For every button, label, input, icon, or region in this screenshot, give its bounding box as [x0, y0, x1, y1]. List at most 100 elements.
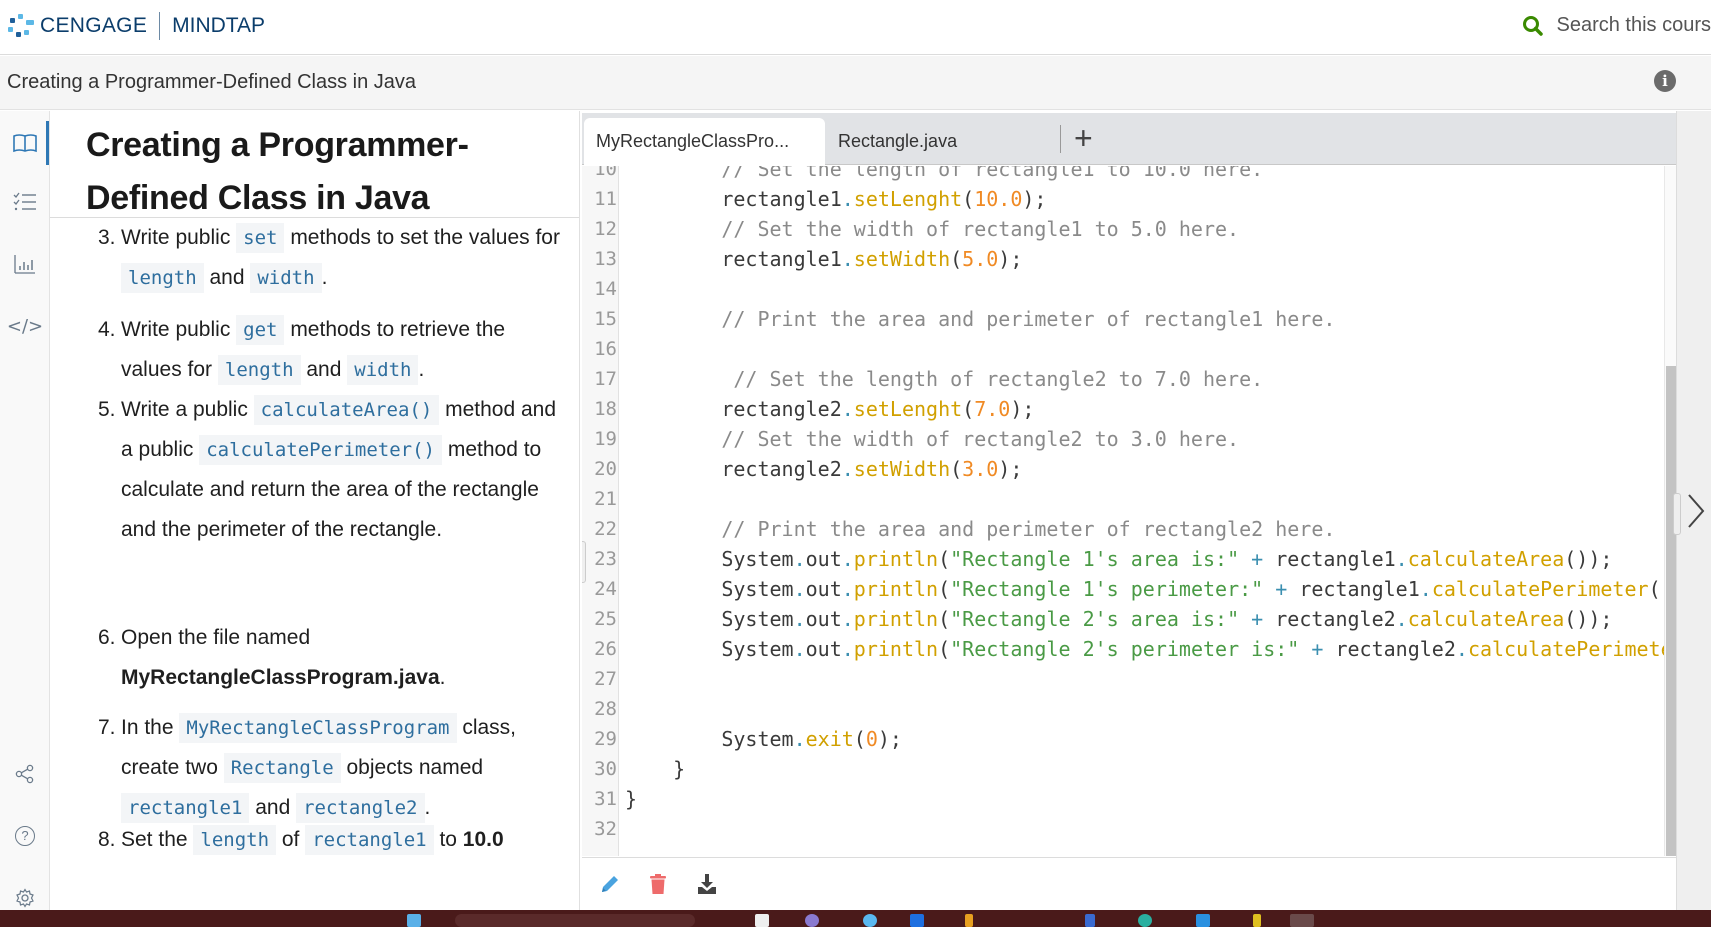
more-options-icon[interactable]: ⋮ [1704, 70, 1711, 92]
step-text: In the MyRectangleClassProgram class, cr… [98, 708, 568, 828]
taskbar-app-icon[interactable] [965, 914, 973, 927]
code-token-plain: System [625, 547, 794, 571]
line-number: 26 [594, 638, 617, 660]
code-token-method: setWidth [853, 457, 951, 481]
taskbar-app-icon[interactable] [1290, 914, 1314, 927]
rail-item-tasks[interactable] [0, 182, 50, 222]
inline-code: Rectangle [223, 753, 341, 783]
code-icon: </> [6, 315, 44, 337]
taskbar-app-icon[interactable] [1085, 914, 1095, 927]
code-token-plain: rectangle1 [625, 187, 842, 211]
taskbar-search-box[interactable] [455, 914, 695, 927]
code-content: System.out.println("Rectangle 2's perime… [625, 634, 1664, 664]
code-token-plain: ( [853, 727, 866, 751]
editor-toolbar [582, 857, 1676, 911]
line-number: 12 [594, 218, 617, 240]
code-token-comment: // Set the width of rectangle2 to 3.0 he… [625, 427, 1240, 451]
taskbar-app-icon[interactable] [863, 914, 877, 927]
code-line: 20 rectangle2.setWidth(3.0); [582, 454, 1664, 484]
line-number: 22 [594, 518, 617, 540]
line-number: 32 [594, 818, 617, 840]
taskbar-app-icon[interactable] [1138, 914, 1152, 927]
tab-divider [1060, 125, 1061, 153]
checklist-icon [13, 192, 36, 211]
code-line: 27 [582, 664, 1664, 694]
bar-chart-icon [14, 255, 35, 274]
code-line: 17 // Set the length of rectangle2 to 7.… [582, 364, 1664, 394]
activity-title-bar: Creating a Programmer-Defined Class in J… [0, 56, 1711, 110]
code-token-op: + [1299, 637, 1336, 661]
rail-item-progress[interactable] [0, 244, 50, 284]
windows-start-icon[interactable] [407, 914, 421, 927]
rail-item-reading[interactable] [0, 123, 50, 163]
taskbar-app-icon[interactable] [755, 914, 769, 927]
inline-code: rectangle2 [296, 793, 425, 823]
code-text-area[interactable]: 10 // Set the length of rectangle1 to 10… [582, 166, 1664, 856]
code-token-method: setWidth [853, 247, 951, 271]
code-token-op: . [793, 577, 806, 601]
code-token-num: 0 [865, 727, 878, 751]
code-token-op: . [793, 727, 806, 751]
line-number: 15 [594, 308, 617, 330]
inline-code: calculatePerimeter() [199, 435, 442, 465]
icon-rail: </> ? [0, 111, 50, 911]
code-content: // Set the width of rectangle1 to 5.0 he… [625, 214, 1239, 244]
code-token-str: "Rectangle 1's area is:" [950, 547, 1240, 571]
panel-resize-handle[interactable] [582, 541, 586, 583]
help-icon: ? [15, 826, 35, 846]
code-token-comment: // Set the length of rectangle1 to 10.0 … [625, 166, 1264, 181]
code-token-plain: out [805, 607, 842, 631]
code-token-plain: ( [938, 637, 951, 661]
taskbar-app-icon[interactable] [910, 914, 924, 927]
search-input[interactable]: Search this cours [1556, 14, 1711, 37]
add-file-button[interactable]: + [1074, 118, 1093, 158]
code-content: rectangle2.setLenght(7.0); [625, 394, 1034, 424]
code-line: 18 rectangle2.setLenght(7.0); [582, 394, 1664, 424]
code-token-method: println [853, 637, 939, 661]
code-line: 30 } [582, 754, 1664, 784]
code-token-num: 10.0 [974, 187, 1023, 211]
code-token-plain: ); [1010, 397, 1035, 421]
code-token-num: 5.0 [962, 247, 999, 271]
rail-item-code[interactable]: </> [0, 306, 50, 346]
edit-button[interactable] [598, 872, 622, 896]
code-token-plain: rectangle2 [1275, 607, 1396, 631]
step-number: 5. [98, 398, 116, 421]
code-token-method: setLenght [853, 397, 963, 421]
share-icon [15, 764, 34, 784]
inline-code: get [236, 315, 285, 345]
step-number: 4. [98, 318, 116, 341]
tab-my-rectangle-class-program[interactable]: MyRectangleClassPro... [584, 118, 825, 165]
download-button[interactable] [695, 872, 719, 896]
cengage-logo[interactable]: CENGAGE MINDTAP [6, 12, 265, 40]
page-title: Creating a Programmer-Defined Class in J… [86, 126, 469, 217]
line-number: 19 [594, 428, 617, 450]
taskbar-app-icon[interactable] [805, 914, 819, 927]
course-search[interactable]: Search this cours [1522, 14, 1711, 37]
right-panel-resize-handle[interactable] [1673, 493, 1681, 535]
code-content: // Print the area and perimeter of recta… [625, 304, 1335, 334]
line-number: 24 [594, 578, 617, 600]
bold-text: MyRectangleClassProgram.java [121, 666, 440, 689]
inline-code: set [236, 223, 285, 253]
code-token-plain: ( [950, 247, 963, 271]
code-token-plain: } [625, 757, 686, 781]
code-token-num: 3.0 [962, 457, 999, 481]
code-line: 11 rectangle1.setLenght(10.0); [582, 184, 1664, 214]
chevron-right-icon[interactable] [1687, 491, 1705, 531]
code-token-plain: out [805, 577, 842, 601]
rail-item-help[interactable]: ? [0, 816, 50, 856]
code-line: 14 [582, 274, 1664, 304]
taskbar-app-icon[interactable] [1253, 914, 1261, 927]
code-token-op: . [841, 397, 854, 421]
code-token-method: println [853, 607, 939, 631]
code-token-op: . [841, 577, 854, 601]
taskbar-app-icon[interactable] [1196, 914, 1210, 927]
delete-button[interactable] [646, 872, 670, 896]
vertical-scrollbar-thumb[interactable] [1666, 366, 1676, 856]
editor-tab-bar: MyRectangleClassPro... Rectangle.java + [582, 113, 1676, 165]
info-icon[interactable]: i [1654, 70, 1676, 92]
rail-item-share[interactable] [0, 754, 50, 794]
code-token-comment: // Print the area and perimeter of recta… [625, 307, 1336, 331]
tab-rectangle-java[interactable]: Rectangle.java [826, 118, 1041, 165]
